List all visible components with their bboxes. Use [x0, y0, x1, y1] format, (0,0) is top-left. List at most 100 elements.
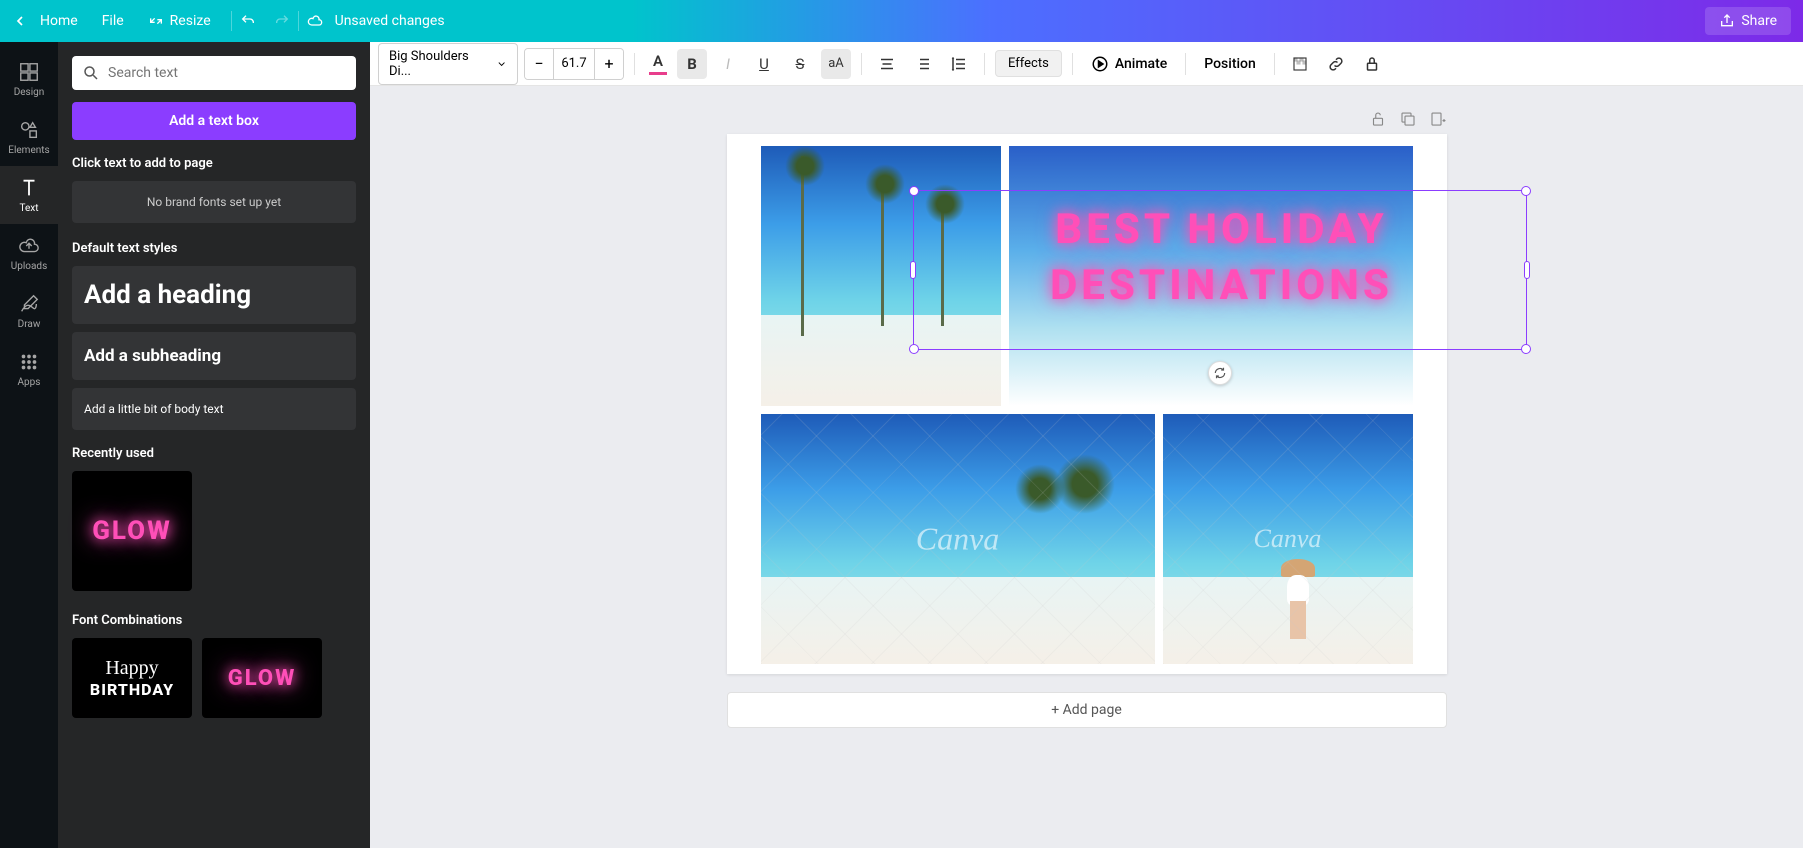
rail-elements-label: Elements — [8, 145, 49, 156]
lock-page-icon[interactable] — [1369, 110, 1387, 128]
alignment-button[interactable] — [872, 49, 902, 79]
share-label: Share — [1741, 13, 1777, 29]
underline-button[interactable]: U — [749, 49, 779, 79]
canvas-page[interactable]: Canva Canva BEST HOLIDAY DESTINATIONS — [727, 134, 1447, 674]
resize-handle-bl[interactable] — [909, 344, 919, 354]
search-input[interactable] — [108, 65, 346, 81]
add-page-button[interactable]: + Add page — [727, 692, 1447, 728]
spacing-icon — [950, 55, 968, 73]
combo-happy-text: Happy — [105, 657, 158, 680]
left-rail: Design Elements Text Uploads Draw Apps — [0, 42, 58, 848]
top-menubar: Home File Resize Unsaved changes Share — [0, 0, 1803, 42]
animate-label: Animate — [1115, 56, 1167, 72]
image-slot-br[interactable]: Canva — [1163, 414, 1413, 664]
strikethrough-button[interactable]: S — [785, 49, 815, 79]
combo-glow[interactable]: GLOW — [202, 638, 322, 718]
cloud-icon — [307, 13, 323, 29]
combo-happy-birthday[interactable]: Happy BIRTHDAY — [72, 638, 192, 718]
resize-handle-tr[interactable] — [1521, 186, 1531, 196]
font-combinations-label: Font Combinations — [72, 613, 356, 628]
add-body-text-button[interactable]: Add a little bit of body text — [72, 388, 356, 430]
rail-uploads-label: Uploads — [11, 261, 47, 272]
link-button[interactable] — [1321, 49, 1351, 79]
glow-preview: GLOW — [92, 516, 172, 546]
recent-glow-thumb[interactable]: GLOW — [72, 471, 192, 591]
text-case-button[interactable]: aA — [821, 49, 851, 79]
separator — [298, 11, 299, 31]
resize-handle-tl[interactable] — [909, 186, 919, 196]
rail-apps[interactable]: Apps — [0, 340, 58, 398]
font-size-decrease[interactable]: − — [525, 49, 553, 79]
share-icon — [1719, 13, 1735, 29]
rotate-icon — [1213, 366, 1227, 380]
rail-design[interactable]: Design — [0, 50, 58, 108]
lock-button[interactable] — [1357, 49, 1387, 79]
font-size-increase[interactable]: + — [595, 49, 623, 79]
rail-text-label: Text — [19, 203, 38, 214]
list-icon — [914, 55, 932, 73]
animate-icon — [1091, 55, 1109, 73]
canva-watermark: Canva — [1254, 524, 1322, 554]
effects-button[interactable]: Effects — [995, 50, 1062, 77]
link-icon — [1327, 55, 1345, 73]
undo-icon[interactable] — [240, 13, 256, 29]
font-name-label: Big Shoulders Di... — [389, 49, 488, 79]
chevron-down-icon — [496, 58, 507, 70]
add-heading-button[interactable]: Add a heading — [72, 266, 356, 324]
design-icon — [18, 61, 40, 83]
font-size-stepper: − + — [524, 48, 624, 80]
panel-collapse-handle[interactable] — [368, 422, 370, 462]
resize-icon — [148, 13, 164, 29]
redo-icon[interactable] — [274, 13, 290, 29]
text-selection-box[interactable] — [913, 190, 1527, 350]
draw-icon — [18, 293, 40, 315]
editor-toolbar: Big Shoulders Di... − + A B I U S aA — [370, 42, 1803, 86]
image-slot-bl[interactable]: Canva — [761, 414, 1155, 664]
font-selector[interactable]: Big Shoulders Di... — [378, 43, 518, 85]
page-actions — [727, 110, 1447, 128]
list-button[interactable] — [908, 49, 938, 79]
brand-fonts-notice[interactable]: No brand fonts set up yet — [72, 181, 356, 223]
resize-menu[interactable]: Resize — [136, 7, 223, 35]
new-page-icon[interactable] — [1429, 110, 1447, 128]
canva-watermark: Canva — [916, 521, 1000, 558]
back-icon[interactable] — [12, 13, 28, 29]
rail-uploads[interactable]: Uploads — [0, 224, 58, 282]
transparency-button[interactable] — [1285, 49, 1315, 79]
resize-handle-ml[interactable] — [910, 261, 916, 279]
italic-button[interactable]: I — [713, 49, 743, 79]
align-icon — [878, 55, 896, 73]
elements-icon — [18, 119, 40, 141]
click-text-label: Click text to add to page — [72, 156, 356, 171]
resize-handle-br[interactable] — [1521, 344, 1531, 354]
rotate-handle[interactable] — [1208, 361, 1232, 385]
position-button[interactable]: Position — [1196, 51, 1264, 77]
spacing-button[interactable] — [944, 49, 974, 79]
animate-button[interactable]: Animate — [1083, 50, 1175, 78]
combo-glow-text: GLOW — [228, 666, 297, 691]
default-styles-label: Default text styles — [72, 241, 356, 256]
file-menu[interactable]: File — [90, 7, 136, 35]
resize-handle-mr[interactable] — [1524, 261, 1530, 279]
duplicate-page-icon[interactable] — [1399, 110, 1417, 128]
rail-draw[interactable]: Draw — [0, 282, 58, 340]
search-icon — [82, 64, 100, 82]
apps-icon — [18, 351, 40, 373]
add-text-box-button[interactable]: Add a text box — [72, 102, 356, 140]
home-menu[interactable]: Home — [28, 7, 90, 35]
search-box[interactable] — [72, 56, 356, 90]
rail-design-label: Design — [14, 87, 45, 98]
text-icon — [18, 177, 40, 199]
rail-text[interactable]: Text — [0, 166, 58, 224]
font-size-input[interactable] — [553, 49, 595, 79]
canvas-area[interactable]: Canva Canva BEST HOLIDAY DESTINATIONS — [370, 86, 1803, 848]
share-button[interactable]: Share — [1705, 7, 1791, 35]
bold-button[interactable]: B — [677, 49, 707, 79]
add-subheading-button[interactable]: Add a subheading — [72, 332, 356, 380]
text-color-button[interactable]: A — [645, 50, 671, 77]
lock-icon — [1363, 55, 1381, 73]
side-panel: Add a text box Click text to add to page… — [58, 42, 370, 848]
rail-draw-label: Draw — [18, 319, 41, 330]
rail-elements[interactable]: Elements — [0, 108, 58, 166]
text-color-a: A — [653, 52, 663, 70]
